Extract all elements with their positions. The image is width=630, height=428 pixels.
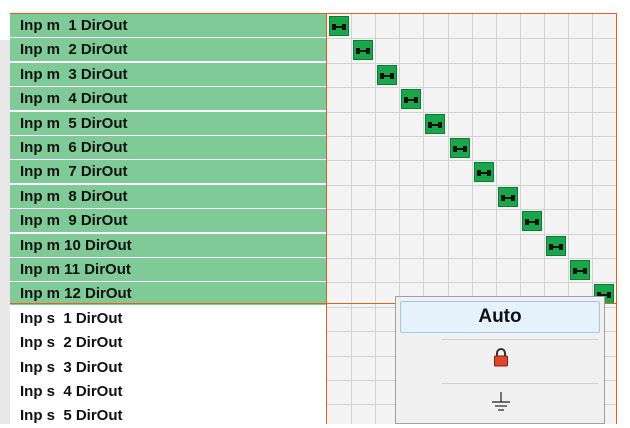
master-row-label[interactable]: Inp m 8 DirOut <box>10 184 327 209</box>
grid-row-line <box>327 209 617 211</box>
double-arrow-icon <box>500 194 515 201</box>
route-connection-icon[interactable] <box>329 16 349 36</box>
route-connection-icon[interactable] <box>401 89 422 110</box>
routing-matrix: Inp m 1 DirOut Inp m 2 DirOut Inp m 3 DirO… <box>0 0 630 428</box>
route-connection-icon[interactable] <box>570 260 590 280</box>
route-connection-icon[interactable] <box>545 235 566 256</box>
grid-row-line <box>327 136 617 137</box>
grid-row-line <box>327 38 617 40</box>
double-arrow-icon <box>548 243 563 250</box>
route-connection-icon[interactable] <box>353 40 374 61</box>
double-arrow-icon <box>380 72 395 79</box>
route-connection-icon[interactable] <box>425 113 446 134</box>
ground-icon <box>492 392 510 411</box>
double-arrow-icon <box>524 219 539 226</box>
slave-row-label[interactable]: Inp s 3 DirOut <box>10 355 327 380</box>
lock-menu-item[interactable] <box>396 347 606 377</box>
master-row-label[interactable]: Inp m 5 DirOut <box>10 111 327 136</box>
menu-separator <box>442 339 598 340</box>
double-arrow-icon <box>332 24 346 30</box>
double-arrow-icon <box>404 97 419 104</box>
lock-icon <box>494 348 508 367</box>
grid-row-line <box>327 233 617 235</box>
slave-row-label[interactable]: Inp s 2 DirOut <box>10 331 327 356</box>
auto-menu-item[interactable]: Auto <box>400 301 600 333</box>
grid-right-border <box>616 14 617 424</box>
double-arrow-icon <box>356 48 371 55</box>
slave-row-label[interactable]: Inp s 1 DirOut <box>10 306 327 331</box>
grid-column-line <box>375 14 377 424</box>
master-row-label[interactable]: Inp m 2 DirOut <box>10 38 327 63</box>
slave-row-label[interactable]: Inp s 4 DirOut <box>10 380 327 404</box>
grid-row-line <box>327 282 617 284</box>
master-row-label[interactable]: Inp m 11 DirOut <box>10 258 327 282</box>
grid-left-border <box>326 14 327 424</box>
grid-row-line <box>327 111 617 113</box>
grid-row-line <box>327 62 617 64</box>
route-connection-icon[interactable] <box>449 138 470 158</box>
master-row-label[interactable]: Inp m 1 DirOut <box>10 14 327 38</box>
left-gutter <box>0 40 10 424</box>
double-arrow-icon <box>573 268 587 274</box>
route-connection-icon[interactable] <box>473 162 494 183</box>
slave-row-label[interactable]: Inp s 5 DirOut <box>10 404 327 428</box>
grid-row-line <box>327 258 617 259</box>
grid-row-line <box>327 160 617 162</box>
route-connection-icon[interactable] <box>377 64 398 85</box>
master-row-label[interactable]: Inp m 9 DirOut <box>10 209 327 234</box>
grid-column-line <box>351 14 353 424</box>
master-row-label[interactable]: Inp m 3 DirOut <box>10 62 327 87</box>
route-connection-icon[interactable] <box>497 186 518 207</box>
route-connection-icon[interactable] <box>521 211 542 232</box>
context-menu: Auto <box>395 296 605 424</box>
master-row-label[interactable]: Inp m 10 DirOut <box>10 233 327 258</box>
double-arrow-icon <box>428 121 443 128</box>
grid-row-line <box>327 184 617 186</box>
ground-menu-item[interactable] <box>396 391 606 421</box>
master-row-label[interactable]: Inp m 6 DirOut <box>10 136 327 160</box>
double-arrow-icon <box>476 170 491 177</box>
master-row-label[interactable]: Inp m 4 DirOut <box>10 87 327 112</box>
master-row-label[interactable]: Inp m 7 DirOut <box>10 160 327 185</box>
grid-row-line <box>327 87 617 89</box>
double-arrow-icon <box>452 146 467 152</box>
menu-separator <box>442 383 598 384</box>
